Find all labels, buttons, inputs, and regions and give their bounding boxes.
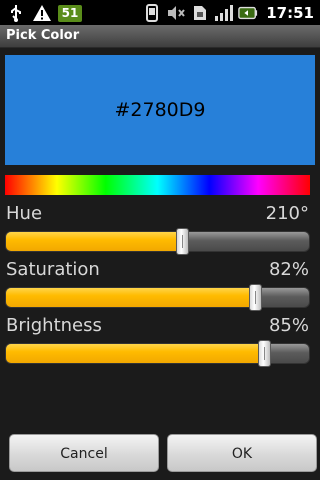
cancel-button[interactable]: Cancel <box>9 434 159 472</box>
brightness-value: 85% <box>268 315 309 336</box>
battery-icon <box>238 3 258 23</box>
brightness-slider-thumb[interactable] <box>258 340 272 367</box>
dialog-title: Pick Color <box>6 28 80 43</box>
hue-slider-thumb[interactable] <box>175 228 189 255</box>
saturation-slider-thumb[interactable] <box>249 284 263 311</box>
saturation-slider-fill <box>6 288 255 307</box>
color-hex-label: #2780D9 <box>114 99 206 121</box>
usb-icon <box>6 3 26 23</box>
hue-label: Hue <box>6 203 43 224</box>
saturation-label: Saturation <box>6 259 100 280</box>
hue-slider-fill <box>6 232 182 251</box>
vibrate-mute-icon <box>166 3 186 23</box>
brightness-label: Brightness <box>6 315 102 336</box>
status-bar-left: 51 <box>6 3 82 23</box>
dialog-title-bar: Pick Color <box>0 25 320 48</box>
ok-button[interactable]: OK <box>167 434 317 472</box>
warning-icon <box>32 3 52 23</box>
hue-spectrum-bar[interactable] <box>5 175 310 195</box>
brightness-slider-fill <box>6 344 264 363</box>
color-preview-swatch: #2780D9 <box>5 55 315 165</box>
saturation-value: 82% <box>268 259 309 280</box>
phone-icon <box>142 3 162 23</box>
signal-icon <box>214 3 234 23</box>
status-bar: 51 17:51 <box>0 0 320 25</box>
hue-value: 210° <box>265 203 309 224</box>
saturation-slider[interactable] <box>5 287 310 308</box>
notification-count-badge: 51 <box>58 4 82 22</box>
status-bar-right: 17:51 <box>142 3 314 23</box>
status-clock: 17:51 <box>266 4 314 22</box>
hue-slider[interactable] <box>5 231 310 252</box>
sim-icon <box>190 3 210 23</box>
dialog-button-bar: Cancel OK <box>0 426 320 480</box>
